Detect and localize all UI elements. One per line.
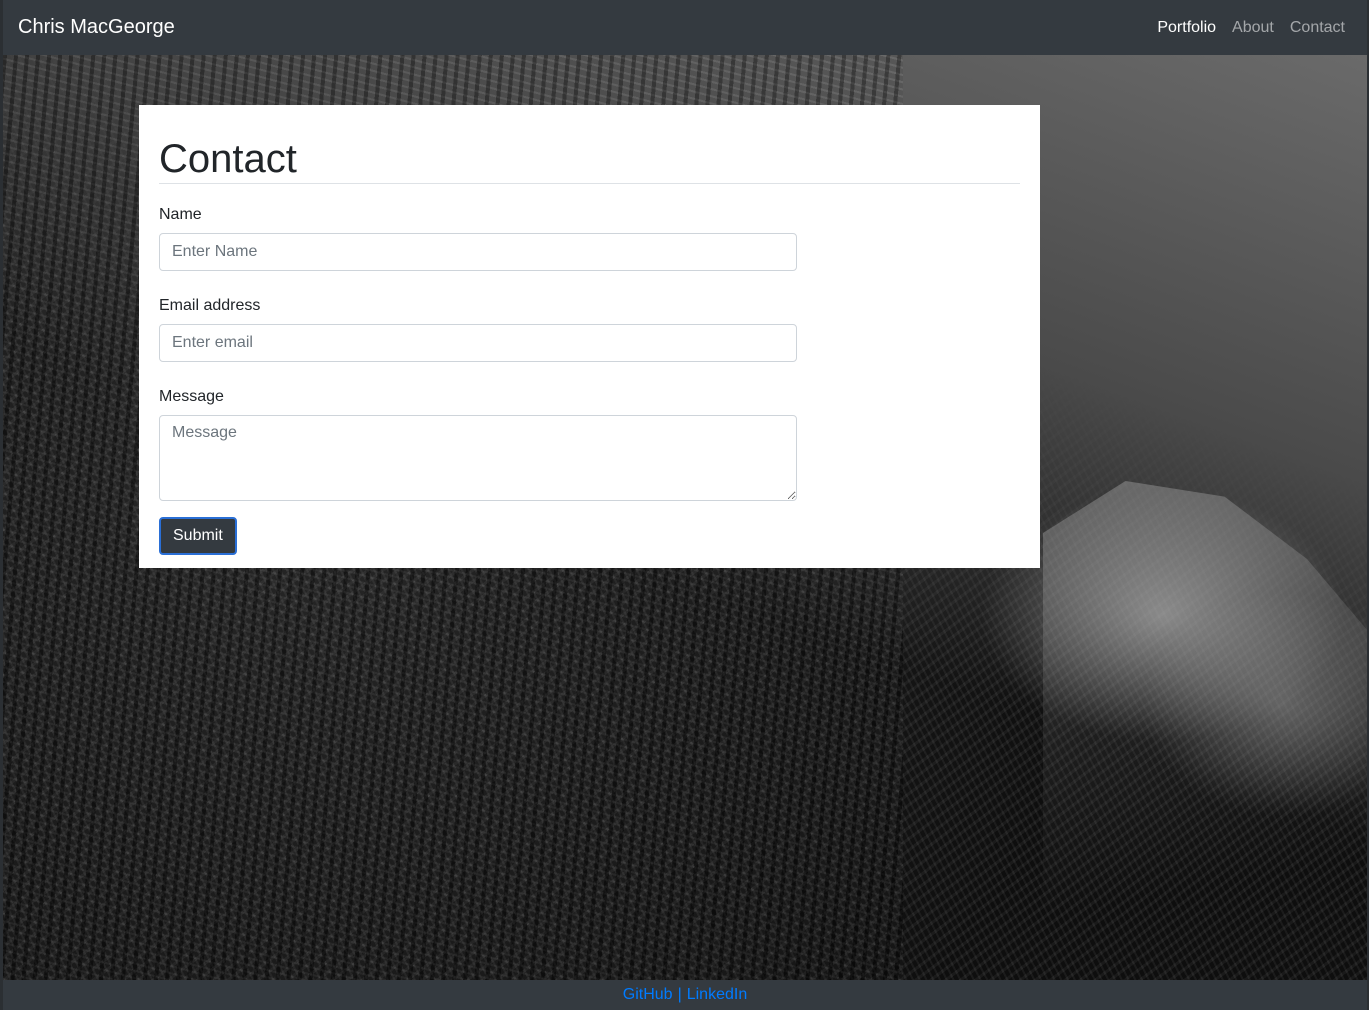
email-input[interactable] <box>159 324 797 362</box>
name-input[interactable] <box>159 233 797 271</box>
footer-separator: | <box>677 986 682 1003</box>
nav-link-about[interactable]: About <box>1232 19 1274 37</box>
message-textarea[interactable] <box>159 415 797 501</box>
page-title: Contact <box>159 135 1020 184</box>
linkedin-link[interactable]: LinkedIn <box>687 986 748 1004</box>
page: Chris MacGeorge Portfolio About Contact … <box>0 0 1369 1010</box>
github-link[interactable]: GitHub <box>623 986 673 1004</box>
nav-link-contact[interactable]: Contact <box>1290 19 1345 37</box>
nav-link-portfolio[interactable]: Portfolio <box>1157 19 1216 37</box>
background-cliff <box>1043 481 1367 975</box>
nav-links: Portfolio About Contact <box>1157 19 1345 37</box>
contact-card: Contact Name Email address Message Submi… <box>139 105 1040 568</box>
brand-link[interactable]: Chris MacGeorge <box>18 16 175 39</box>
navbar: Chris MacGeorge Portfolio About Contact <box>3 0 1367 55</box>
message-label: Message <box>159 388 224 405</box>
contact-form: Name Email address Message Submit <box>159 206 797 555</box>
submit-button[interactable]: Submit <box>159 517 237 555</box>
email-label: Email address <box>159 297 261 314</box>
footer: GitHub | LinkedIn <box>3 980 1367 1010</box>
name-label: Name <box>159 206 202 223</box>
